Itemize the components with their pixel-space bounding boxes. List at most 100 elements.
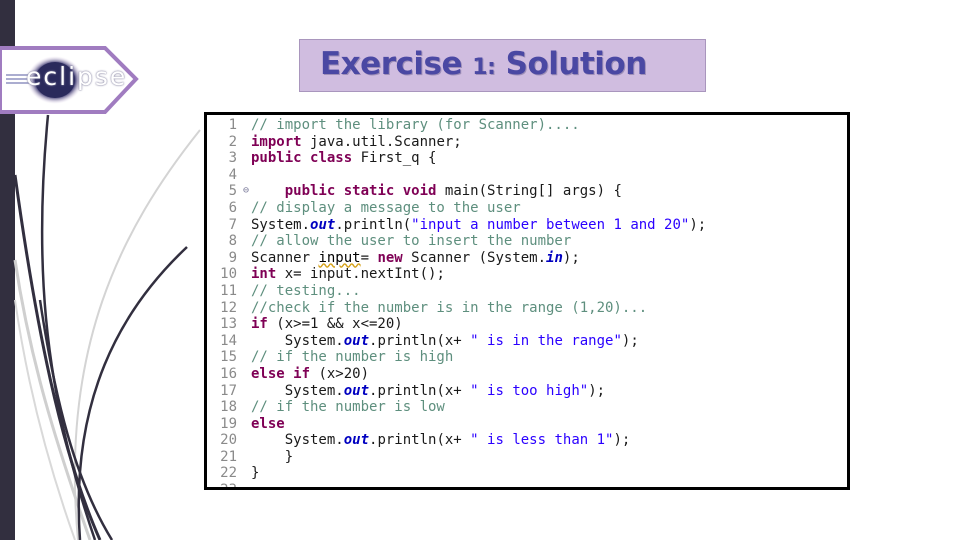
code-token-kw: new [377,249,403,266]
gutter [241,150,251,167]
code-token-comment: // display a message to the user [251,199,521,216]
code-text: else if (x>20) [251,366,369,383]
code-token-plain: java.util.Scanner; [301,133,462,150]
code-token-kw: public [251,150,302,167]
eclipse-logo: eclipse [0,46,140,116]
line-number: 19 [220,415,237,432]
code-token-comment: // testing... [251,282,361,299]
code-line: 11 // testing... [207,283,706,300]
line-number: 2 [228,133,237,150]
code-token-plain: Scanner (System. [402,249,547,266]
code-token-kw: class [310,150,353,167]
code-token-plain: ); [621,332,639,349]
code-line: 12 //check if the number is in the range … [207,300,706,317]
line-number: 14 [220,332,237,349]
code-token-str: "input a number between 1 and 20" [411,216,690,233]
code-token-kw: else [251,365,285,382]
gutter [241,416,251,433]
line-number: 17 [220,382,237,399]
code-token-str: " is less than 1" [470,432,614,449]
code-token-kw: static [343,183,395,200]
code-token-kw: else [251,415,285,432]
code-token-plain: (x>=1 && x<=20) [267,316,403,333]
logo-text: eclipse [26,62,128,91]
code-line: 20 System.out.println(x+ " is less than … [207,432,706,449]
code-listing: 1 // import the library (for Scanner)....… [207,117,706,487]
swirl-gray-1 [73,129,201,540]
line-number: 11 [220,282,237,299]
gutter [241,200,251,217]
code-token-warn: input [318,249,361,266]
title-rest: Solution [505,46,648,82]
code-text: // if the number is low [251,399,445,416]
code-token-plain: ); [689,216,707,233]
code-text: // if the number is high [251,349,453,366]
code-text: } [251,449,293,466]
code-line: 2 import java.util.Scanner; [207,134,706,151]
code-text: int x= input.nextInt(); [251,266,445,283]
gutter [241,134,251,151]
code-text: public static void main(String[] args) { [251,183,622,200]
code-text: } [251,465,259,482]
code-text: else [251,416,285,433]
code-line: 18 // if the number is low [207,399,706,416]
gutter [241,465,251,482]
line-number: 23 [207,482,241,487]
code-line: 22} [207,465,706,482]
gutter [241,266,251,283]
code-line: 1 // import the library (for Scanner).... [207,117,706,134]
line-number: 4 [228,166,237,183]
code-text: public class First_q { [251,150,436,167]
gutter [241,432,251,449]
gutter [241,316,251,333]
gutter [241,300,251,317]
slide-title-box: Exercise 1: Solution [299,39,706,92]
code-token-plain: x= input.nextInt(); [276,266,445,283]
code-line: 4 [207,167,706,184]
code-text: // import the library (for Scanner).... [251,117,580,134]
code-token-comment: // if the number is high [251,349,454,366]
line-number: 6 [228,199,237,216]
code-line: 17 System.out.println(x+ " is too high")… [207,383,706,400]
code-text: System.out.println(x+ " is too high"); [251,383,605,400]
code-token-kw: if [251,316,268,333]
fold-collapse-icon[interactable]: ⊖ [243,183,249,200]
code-line: 9 Scanner input= new Scanner (System.in); [207,250,706,267]
line-number: 9 [228,249,237,266]
gutter [241,366,251,383]
code-token-plain: System. [251,432,344,449]
line-number: 20 [220,432,237,449]
code-line: 5 ⊖ public static void main(String[] args… [207,183,706,200]
code-token-plain: ); [588,382,606,399]
code-token-plain: .println(x+ [369,382,471,399]
slide-title: Exercise 1: Solution [320,46,647,82]
code-line: 13 if (x>=1 && x<=20) [207,316,706,333]
code-token-comment: // allow the user to insert the number [251,233,572,250]
code-token-field: in [546,249,563,266]
gutter [241,449,251,466]
gutter [241,167,251,184]
title-word: Exercise [320,46,462,82]
code-token-field: out [343,332,370,349]
code-line: 10 int x= input.nextInt(); [207,266,706,283]
gutter [241,217,251,234]
gutter [241,482,251,487]
code-line: 8 // allow the user to insert the number [207,233,706,250]
code-token-kw: int [251,266,277,283]
gutter [241,283,251,300]
swirl-dark-3 [77,246,188,540]
code-token-plain: First_q { [352,150,437,167]
line-number: 22 [220,465,237,482]
code-token-comment: // if the number is low [251,399,445,416]
code-token-str: " is in the range" [470,332,622,349]
gutter [241,250,251,267]
code-line: 19 else [207,416,706,433]
line-number: 16 [220,365,237,382]
code-token-plain: main(String[] args) { [436,183,622,200]
code-text: System.out.println("input a number betwe… [251,217,706,234]
code-token-plain: = [360,249,378,266]
code-token-kw: if [293,365,311,382]
